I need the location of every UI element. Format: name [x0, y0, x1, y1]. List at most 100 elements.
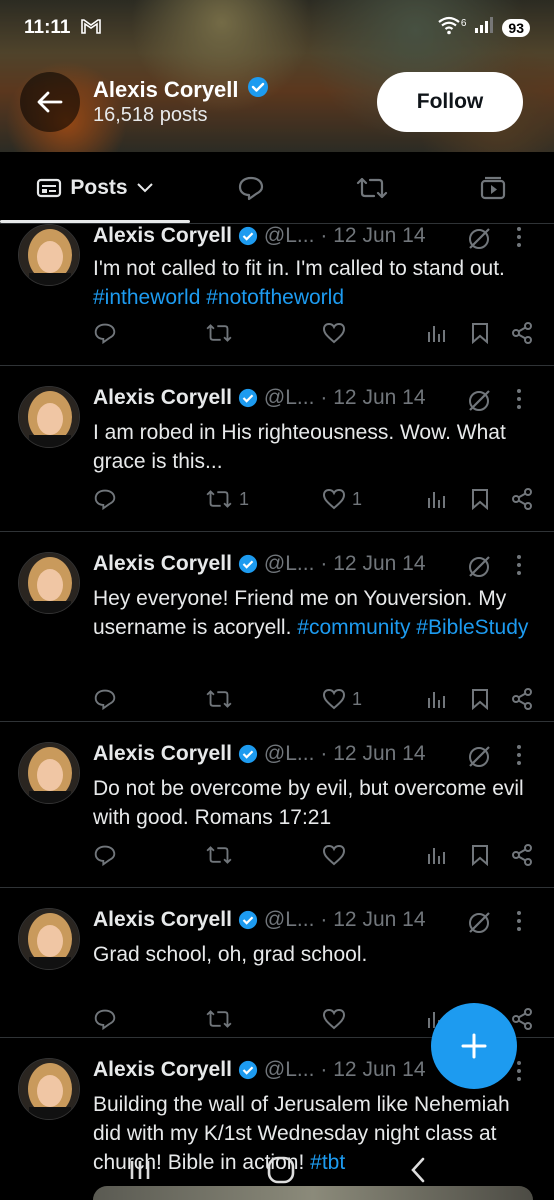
post-date[interactable]: · 12 Jun 14 [320, 908, 425, 932]
more-options-icon[interactable] [515, 554, 523, 576]
post-hashtags[interactable]: #intheworld #notoftheworld [93, 286, 344, 309]
tab-posts-label: Posts [70, 175, 128, 199]
tab-posts[interactable]: Posts [0, 152, 190, 223]
repost-button[interactable] [205, 844, 239, 866]
home-icon[interactable] [266, 1155, 296, 1185]
more-options-icon[interactable] [515, 744, 523, 766]
like-button[interactable] [322, 844, 352, 866]
views-button[interactable] [426, 688, 448, 710]
post-hashtags[interactable]: #community #BibleStudy [297, 616, 528, 639]
repost-button[interactable] [205, 688, 239, 710]
repost-button[interactable] [205, 322, 239, 344]
post-handle[interactable]: @L... [264, 386, 315, 410]
post-author-name[interactable]: Alexis Coryell [93, 742, 232, 766]
post-text-block: Grad school, oh, grad school. [93, 940, 533, 969]
post-handle[interactable]: @L... [264, 552, 315, 576]
post-header: Alexis Coryell @L... · 12 Jun 14 [93, 386, 426, 410]
bookmark-button[interactable] [470, 688, 490, 710]
repost-button[interactable]: 1 [205, 488, 249, 510]
status-bar: 11:11 6 93 [0, 0, 554, 56]
reply-button[interactable] [93, 688, 117, 710]
views-button[interactable] [426, 488, 448, 510]
post-item[interactable]: Alexis Coryell @L... · 12 Jun 14 Do not … [0, 722, 554, 888]
repost-button[interactable] [205, 1008, 239, 1030]
post-author-name[interactable]: Alexis Coryell [93, 386, 232, 410]
post-author-name[interactable]: Alexis Coryell [93, 908, 232, 932]
post-author-name[interactable]: Alexis Coryell [93, 552, 232, 576]
like-button[interactable]: 1 [322, 488, 362, 510]
tab-replies[interactable] [190, 152, 311, 223]
share-button[interactable] [511, 322, 533, 344]
compose-post-button[interactable] [431, 1003, 517, 1089]
grok-icon[interactable] [466, 744, 492, 770]
share-button[interactable] [511, 688, 533, 710]
post-handle[interactable]: @L... [264, 742, 315, 766]
post-text: Do not be overcome by evil, but overcome… [93, 777, 524, 829]
views-chart-icon [428, 692, 445, 708]
bookmark-button[interactable] [470, 488, 490, 510]
more-options-icon[interactable] [515, 388, 523, 410]
views-button[interactable] [426, 844, 448, 866]
reply-button[interactable] [93, 1008, 117, 1030]
more-options-icon[interactable] [515, 910, 523, 932]
views-chart-icon [428, 326, 445, 342]
share-icon [512, 322, 532, 344]
grok-icon[interactable] [466, 910, 492, 936]
share-button[interactable] [511, 1008, 533, 1030]
views-button[interactable] [426, 322, 448, 344]
post-text-block: I am robed in His righteousness. Wow. Wh… [93, 418, 533, 476]
post-date[interactable]: · 12 Jun 14 [320, 742, 425, 766]
post-header: Alexis Coryell @L... · 12 Jun 14 [93, 552, 426, 576]
avatar[interactable] [18, 552, 80, 614]
reply-icon [94, 689, 116, 710]
post-date[interactable]: · 12 Jun 14 [320, 1058, 425, 1082]
post-item[interactable]: Alexis Coryell @L... · 12 Jun 14 I'm not… [0, 224, 554, 366]
profile-tab-bar: Posts [0, 152, 554, 224]
reply-icon [238, 176, 263, 200]
avatar[interactable] [18, 908, 80, 970]
post-handle[interactable]: @L... [264, 1058, 315, 1082]
post-date[interactable]: · 12 Jun 14 [320, 224, 425, 248]
post-text-block: Hey everyone! Friend me on Youversion. M… [93, 584, 533, 642]
like-count: 1 [352, 488, 363, 509]
reply-button[interactable] [93, 488, 117, 510]
avatar[interactable] [18, 1058, 80, 1120]
more-options-icon[interactable] [515, 1060, 523, 1082]
share-button[interactable] [511, 488, 533, 510]
grok-icon[interactable] [466, 226, 492, 252]
grok-icon[interactable] [466, 388, 492, 414]
post-header: Alexis Coryell @L... · 12 Jun 14 [93, 1058, 426, 1082]
reply-button[interactable] [93, 322, 117, 344]
avatar[interactable] [18, 386, 80, 448]
follow-button[interactable]: Follow [377, 72, 523, 132]
post-date[interactable]: · 12 Jun 14 [320, 386, 425, 410]
avatar[interactable] [18, 224, 80, 286]
share-button[interactable] [511, 844, 533, 866]
tab-active-indicator [0, 220, 190, 223]
back-button[interactable] [20, 72, 80, 132]
post-item[interactable]: Alexis Coryell @L... · 12 Jun 14 Hey eve… [0, 532, 554, 722]
reply-button[interactable] [93, 844, 117, 866]
recent-apps-icon[interactable] [126, 1157, 154, 1183]
verified-badge-icon [238, 554, 257, 574]
like-button[interactable] [322, 322, 352, 344]
like-button[interactable]: 1 [322, 688, 362, 710]
bookmark-button[interactable] [470, 322, 490, 344]
more-options-icon[interactable] [515, 226, 523, 248]
tab-media[interactable] [433, 152, 554, 223]
post-handle[interactable]: @L... [264, 908, 315, 932]
post-item[interactable]: Alexis Coryell @L... · 12 Jun 14 I am ro… [0, 366, 554, 532]
post-author-name[interactable]: Alexis Coryell [93, 224, 232, 248]
like-count: 1 [352, 688, 363, 709]
post-handle[interactable]: @L... [264, 224, 315, 248]
post-date[interactable]: · 12 Jun 14 [320, 552, 425, 576]
bookmark-button[interactable] [470, 844, 490, 866]
tab-reposts[interactable] [311, 152, 432, 223]
post-author-name[interactable]: Alexis Coryell [93, 1058, 232, 1082]
profile-header-banner: 11:11 6 93 Alexis Coryell 16,518 posts F… [0, 0, 554, 152]
grok-icon[interactable] [466, 554, 492, 580]
heart-icon [322, 322, 346, 344]
avatar[interactable] [18, 742, 80, 804]
back-nav-icon[interactable] [408, 1156, 428, 1184]
like-button[interactable] [322, 1008, 352, 1030]
